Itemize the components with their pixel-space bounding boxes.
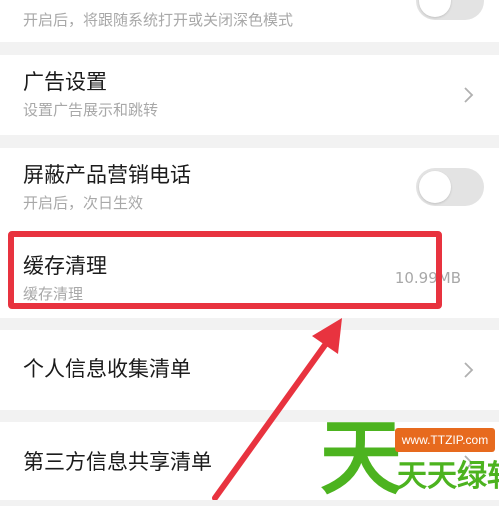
- ad-settings-subtitle: 设置广告展示和跳转: [23, 101, 159, 119]
- block-marketing-calls-toggle[interactable]: [416, 168, 484, 206]
- ad-settings-title: 广告设置: [23, 70, 107, 94]
- ad-settings-card[interactable]: 广告设置 设置广告展示和跳转: [0, 55, 499, 135]
- third-party-share-list-title: 第三方信息共享清单: [23, 450, 212, 474]
- chevron-right-icon: [464, 362, 474, 378]
- watermark-url-badge: www.TTZIP.com: [395, 428, 495, 452]
- toggle-knob: [419, 171, 451, 203]
- block-marketing-calls-row[interactable]: 屏蔽产品营销电话 开启后，次日生效: [0, 148, 499, 228]
- block-marketing-calls-title: 屏蔽产品营销电话: [23, 163, 191, 187]
- watermark-site-name: 天天绿软: [397, 459, 499, 494]
- dark-mode-follow-toggle[interactable]: [416, 0, 484, 20]
- personal-info-list-title: 个人信息收集清单: [23, 357, 191, 381]
- watermark-logo-char: 天: [320, 411, 403, 506]
- dark-mode-follow-subtitle: 开启后，将跟随系统打开或关闭深色模式: [23, 11, 294, 29]
- dark-mode-follow-card[interactable]: 开启后，将跟随系统打开或关闭深色模式: [0, 0, 499, 42]
- chevron-right-icon: [464, 87, 474, 103]
- cache-clean-highlight-box: [8, 231, 442, 309]
- personal-info-list-card[interactable]: 个人信息收集清单: [0, 330, 499, 410]
- block-marketing-calls-subtitle: 开启后，次日生效: [23, 194, 144, 212]
- toggle-knob: [419, 0, 451, 17]
